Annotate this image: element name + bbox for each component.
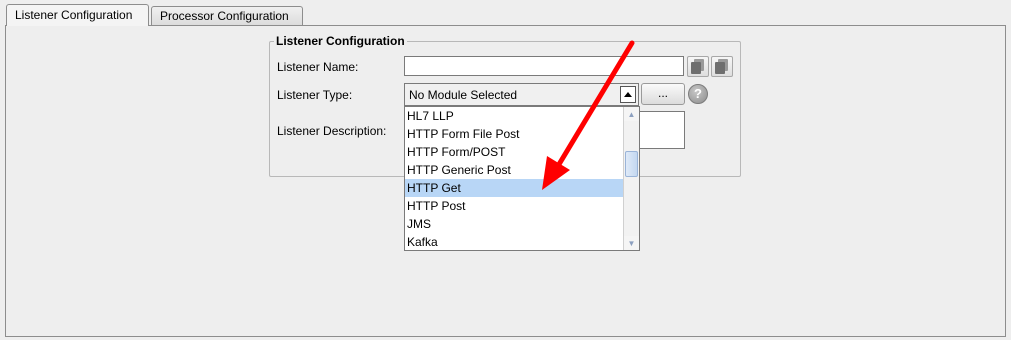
list-item-selected[interactable]: HTTP Get xyxy=(405,179,623,197)
paste-icon xyxy=(715,58,728,74)
list-item[interactable]: HTTP Form/POST xyxy=(405,143,623,161)
tab-processor-configuration[interactable]: Processor Configuration xyxy=(151,6,303,25)
list-item[interactable]: HL7 LLP xyxy=(405,107,623,125)
listener-description-input[interactable] xyxy=(638,111,685,149)
dropdown-scrollbar[interactable]: ▲ ▼ xyxy=(623,107,639,250)
copy-name-button[interactable] xyxy=(687,56,709,77)
list-item[interactable]: JMS xyxy=(405,215,623,233)
listener-name-input[interactable] xyxy=(404,56,684,76)
listener-type-select[interactable]: No Module Selected xyxy=(404,83,639,106)
scroll-up-icon[interactable]: ▲ xyxy=(624,107,639,121)
scroll-thumb[interactable] xyxy=(625,151,638,177)
tab-listener-configuration[interactable]: Listener Configuration xyxy=(6,4,149,26)
list-item[interactable]: HTTP Post xyxy=(405,197,623,215)
paste-name-button[interactable] xyxy=(711,56,733,77)
copy-icon xyxy=(691,58,704,74)
listener-type-label: Listener Type: xyxy=(277,88,353,102)
listener-name-label: Listener Name: xyxy=(277,60,359,74)
listener-type-dropdown-list[interactable]: HL7 LLP HTTP Form File Post HTTP Form/PO… xyxy=(404,106,640,251)
scroll-down-icon[interactable]: ▼ xyxy=(624,236,639,250)
listener-type-value: No Module Selected xyxy=(409,88,518,102)
browse-button[interactable]: ... xyxy=(641,83,685,105)
listener-description-label: Listener Description: xyxy=(277,124,387,138)
list-item[interactable]: Kafka xyxy=(405,233,623,251)
group-title: Listener Configuration xyxy=(274,34,407,48)
dropdown-arrow-icon[interactable] xyxy=(620,86,636,103)
question-mark-icon[interactable]: ? xyxy=(688,84,708,104)
list-item[interactable]: HTTP Form File Post xyxy=(405,125,623,143)
list-item[interactable]: HTTP Generic Post xyxy=(405,161,623,179)
